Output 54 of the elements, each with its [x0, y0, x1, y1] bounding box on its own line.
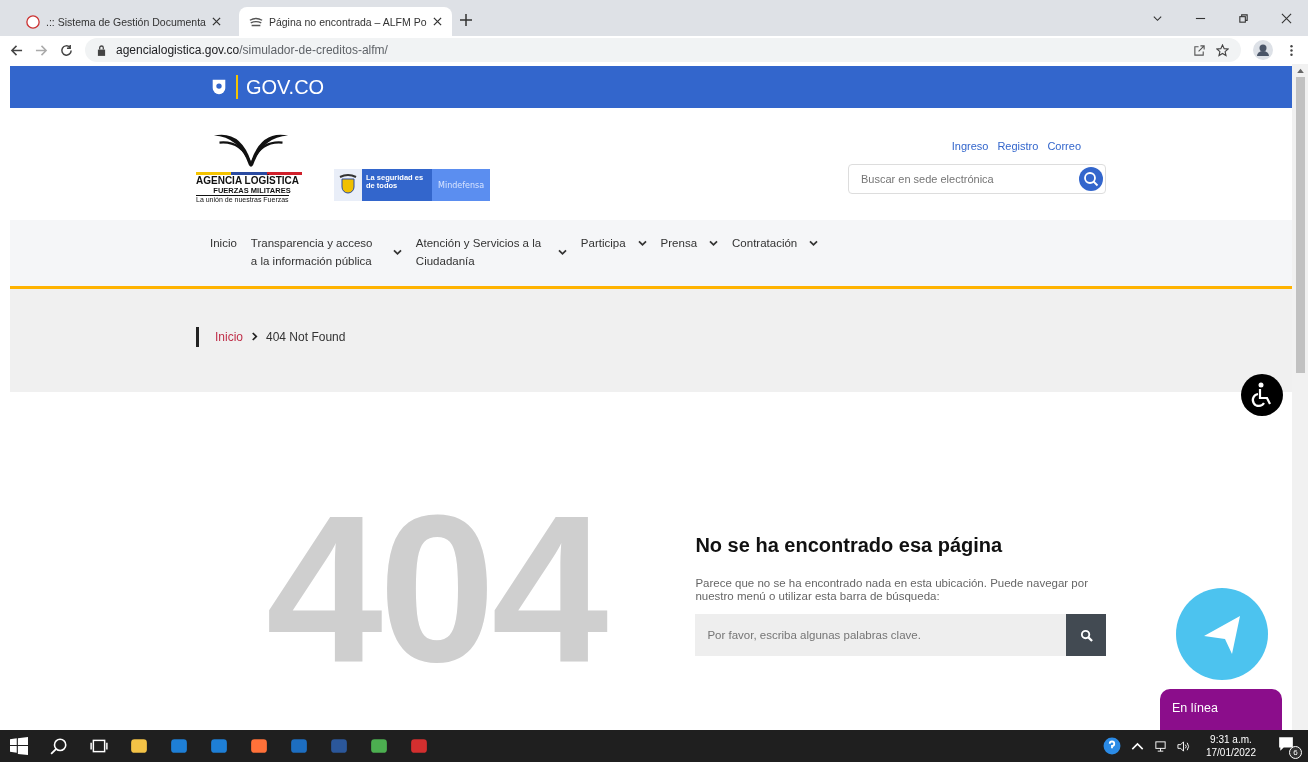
favicon-icon — [26, 14, 40, 29]
chevron-down-icon — [709, 239, 719, 247]
nav-item[interactable]: Atención y Servicios a la Ciudadanía — [415, 234, 567, 270]
chevron-down-icon — [392, 248, 402, 256]
task-view-icon[interactable] — [90, 737, 108, 755]
chevron-down-icon — [557, 248, 567, 256]
search-button[interactable] — [1066, 614, 1106, 657]
shield-icon — [210, 77, 228, 97]
back-arrow-icon[interactable] — [10, 43, 23, 57]
share-icon[interactable] — [1193, 43, 1206, 57]
error-message: Parece que no se ha encontrado nada en esta ubicación. Puede navegar por nuestro menú o utilizar esta barra de búsqueda: — [695, 577, 1089, 603]
notification-count: 6 — [1289, 746, 1302, 759]
help-icon[interactable] — [1102, 737, 1121, 755]
chevron-down-icon — [809, 239, 819, 247]
gov-logo-text[interactable]: GOV.CO — [246, 75, 325, 99]
windows-start-icon[interactable] — [10, 737, 28, 755]
close-icon[interactable] — [211, 17, 221, 26]
search-field[interactable]: Por favor, escriba algunas palabras clave. — [695, 614, 1066, 657]
coat-of-arms-icon — [334, 169, 362, 201]
browser-tab[interactable]: Página no encontrada – ALFM Po — [238, 7, 452, 36]
header-link[interactable]: Ingreso — [951, 140, 989, 152]
restore-icon[interactable] — [1238, 12, 1249, 24]
chevron-right-icon — [251, 332, 258, 341]
network-icon[interactable] — [1153, 739, 1167, 753]
lock-icon — [97, 44, 106, 56]
error-heading: No se ha encontrado esa página — [695, 534, 1004, 557]
profile-avatar-icon[interactable] — [1253, 40, 1273, 60]
browser-tab[interactable]: .:: Sistema de Gestión Documenta — [16, 7, 231, 36]
nav-item[interactable]: Inicio — [210, 234, 237, 252]
nav-item[interactable]: Participa — [580, 234, 647, 252]
breadcrumb-link[interactable]: Inicio — [215, 329, 243, 344]
scrollbar-thumb[interactable] — [1295, 77, 1305, 373]
star-icon[interactable] — [1216, 43, 1229, 57]
search-icon — [1079, 628, 1093, 642]
nav-item[interactable]: Contratación — [732, 234, 819, 252]
reload-icon[interactable] — [60, 43, 73, 57]
search-icon[interactable] — [50, 737, 68, 755]
close-icon[interactable] — [1281, 12, 1292, 24]
address-bar[interactable]: agencialogistica.gov.co/simulador-de-creditos-alfm/ — [85, 38, 1241, 62]
nav-item[interactable]: Prensa — [660, 234, 719, 252]
chat-button[interactable]: En línea — [1160, 689, 1282, 730]
new-tab-icon[interactable] — [459, 14, 472, 26]
nav-item[interactable]: Transparencia y acceso a la información pública — [250, 234, 402, 270]
clock[interactable]: 9:31 a.m. 17/01/2022 — [1205, 733, 1256, 759]
speaker-icon[interactable] — [1176, 739, 1190, 753]
accessibility-icon[interactable] — [1241, 374, 1283, 416]
chevron-down-icon — [637, 239, 647, 247]
message-icon — [1278, 736, 1294, 752]
breadcrumb-current: 404 Not Found — [266, 329, 346, 344]
scroll-up-arrow-icon[interactable] — [1296, 68, 1304, 73]
header-link[interactable]: Registro — [997, 140, 1039, 152]
close-icon[interactable] — [432, 17, 442, 26]
header-link[interactable]: Correo — [1047, 140, 1081, 152]
search-field[interactable]: Buscar en sede electrónica — [848, 164, 1106, 194]
